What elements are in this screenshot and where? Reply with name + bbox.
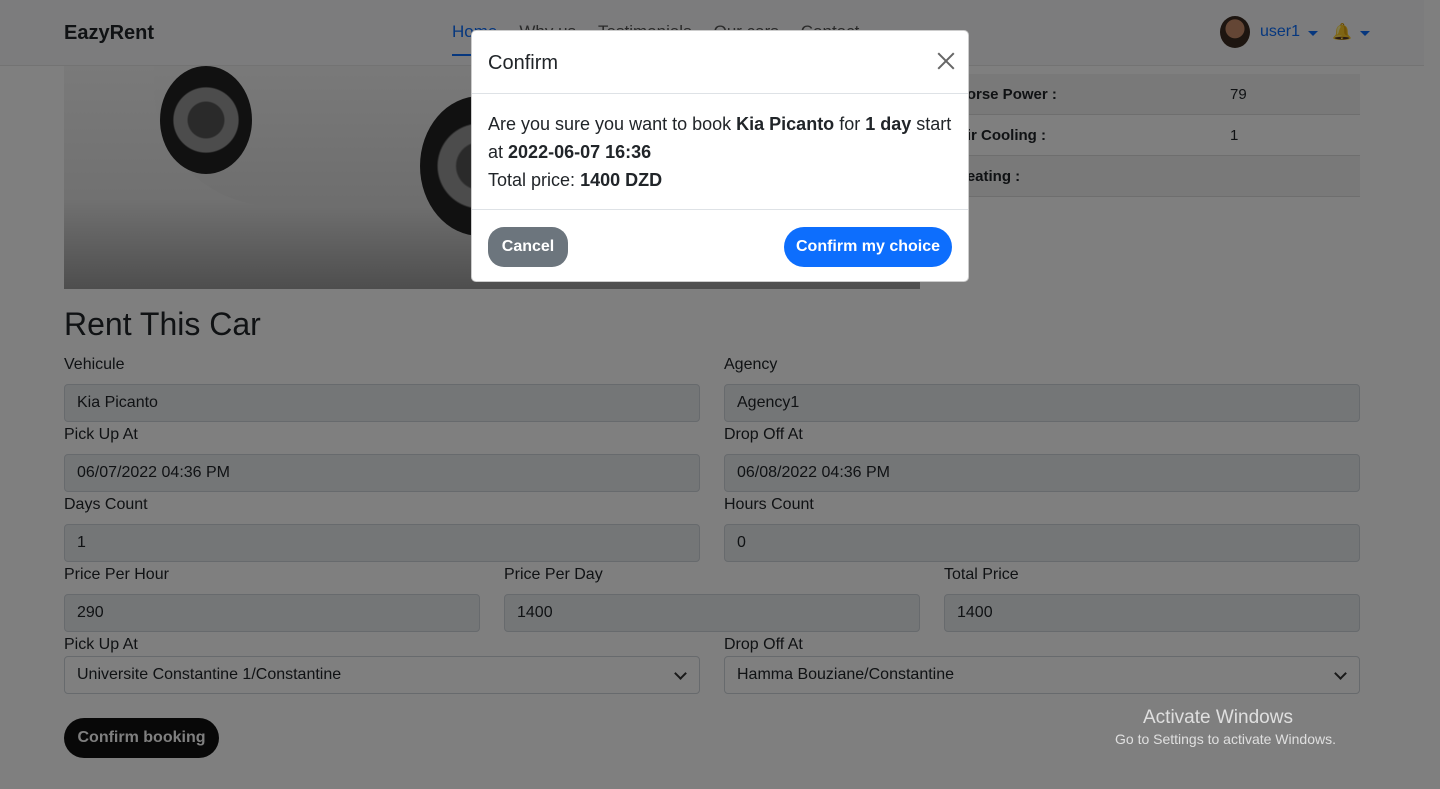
dialog-text: Are you sure you want to book bbox=[488, 114, 732, 134]
activate-windows-hint: Go to Settings to activate Windows. bbox=[1115, 731, 1336, 747]
close-icon[interactable] bbox=[934, 49, 958, 73]
activate-windows-watermark: Activate Windows bbox=[1143, 707, 1293, 728]
dialog-price: 1400 DZD bbox=[580, 170, 663, 190]
dialog-text: for bbox=[839, 114, 861, 134]
dialog-car-name: Kia Picanto bbox=[736, 114, 835, 134]
dialog-body: Are you sure you want to book Kia Picant… bbox=[472, 94, 968, 210]
dialog-duration: 1 day bbox=[865, 114, 912, 134]
dialog-header: Confirm bbox=[472, 31, 968, 94]
dialog-start-date: 2022-06-07 16:36 bbox=[508, 142, 652, 162]
cancel-button[interactable]: Cancel bbox=[488, 227, 568, 267]
dialog-title: Confirm bbox=[488, 52, 559, 74]
confirm-choice-button[interactable]: Confirm my choice bbox=[784, 227, 952, 267]
confirm-dialog: Confirm Are you sure you want to book Ki… bbox=[471, 30, 969, 282]
dialog-price-label: Total price: bbox=[488, 170, 576, 190]
